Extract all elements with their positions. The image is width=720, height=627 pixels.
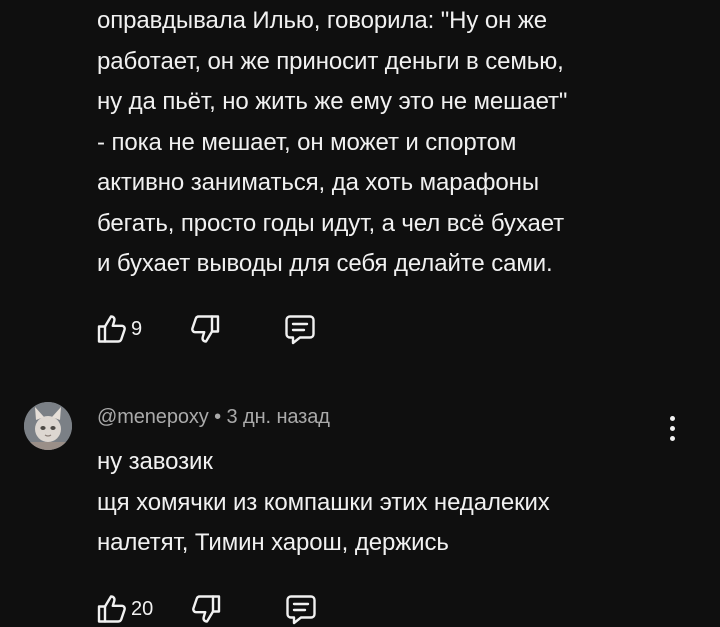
author-handle[interactable]: @menepoxy	[97, 406, 209, 428]
avatar[interactable]	[24, 402, 72, 450]
reply-comment-icon	[283, 592, 319, 626]
comment-text-line: оправдывала Илью, говорила: "Ну он же	[97, 7, 548, 34]
comment-text-line: работает, он же приносит деньги в семью,	[97, 47, 564, 75]
comment-text-line: бегать, просто годы идут, а чел всё буха…	[97, 209, 565, 237]
more-vertical-icon-dot	[669, 415, 675, 421]
comment-text-line: ну завозик	[97, 448, 213, 475]
comment-time: 3 дн. назад	[226, 406, 330, 428]
reply-comment-icon	[282, 312, 318, 346]
comment-text-line: активно заниматься, да хоть марафоны	[97, 169, 539, 196]
thumbs-up-icon	[95, 312, 129, 346]
comment-text: оправдывала Илью, говорила: "Ну он же ра…	[97, 1, 697, 285]
more-vertical-icon-dot	[669, 435, 675, 441]
dislike-button[interactable]	[188, 312, 222, 346]
like-count: 20	[131, 597, 154, 620]
comment-text-line: налетят, Тимин харош, держись	[97, 529, 449, 556]
comment-text: ну завозик щя хомячки из компашки этих н…	[97, 442, 697, 564]
meta-separator: •	[214, 406, 222, 428]
comment-text-line: и бухает выводы для себя делайте сами.	[97, 250, 553, 277]
like-button[interactable]: 9	[95, 312, 142, 346]
thumbs-down-icon	[189, 592, 223, 626]
reply-button[interactable]	[282, 312, 318, 346]
more-vertical-icon-dot	[669, 425, 675, 431]
like-button[interactable]: 20	[95, 592, 153, 626]
thumbs-up-icon	[95, 592, 129, 626]
comment-actions: 9	[95, 311, 318, 347]
like-count: 9	[131, 317, 143, 340]
reply-button[interactable]	[283, 592, 319, 626]
comment-text-line: щя хомячки из компашки этих недалеких	[97, 488, 550, 516]
comment-text-line: - пока не мешает, он может и спортом	[97, 128, 517, 156]
comment-text-line: ну да пьёт, но жить же ему это не мешает…	[97, 88, 568, 115]
dislike-button[interactable]	[189, 592, 223, 626]
comment-meta: @menepoxy • 3 дн. назад	[97, 406, 330, 429]
thumbs-down-icon	[188, 312, 222, 346]
comment-actions: 20	[95, 591, 319, 627]
